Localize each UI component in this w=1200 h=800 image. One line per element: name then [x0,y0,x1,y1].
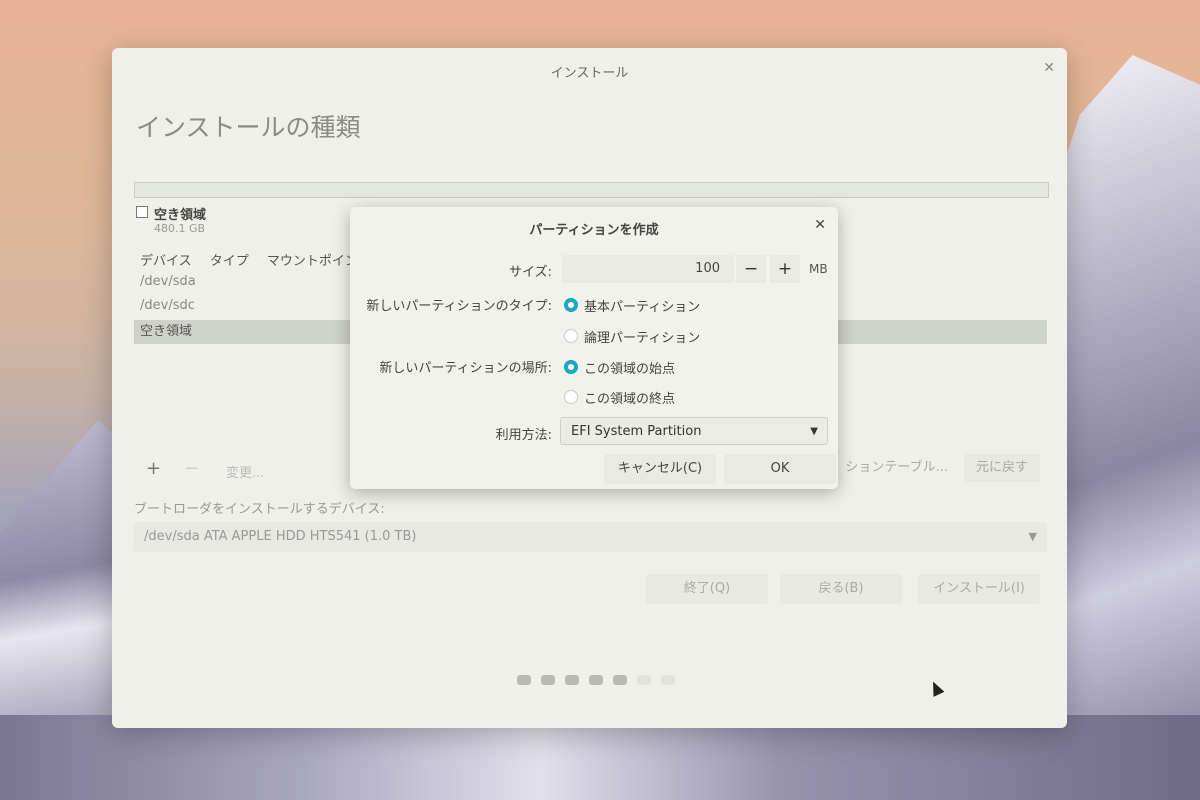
progress-dot [541,675,555,685]
create-partition-dialog: パーティションを作成 ✕ サイズ: 100 − + MB 新しいパーティションの… [350,207,838,489]
partition-type-label: 新しいパーティションのタイプ: [366,299,552,314]
size-input[interactable]: 100 [562,255,734,283]
location-start-label[interactable]: この領域の始点 [584,358,675,377]
size-decrement-button[interactable]: − [736,255,766,283]
use-as-value: EFI System Partition [571,424,702,439]
primary-partition-label[interactable]: 基本パーティション [584,296,700,315]
partition-bar [134,182,1049,198]
install-button[interactable]: インストール(I) [918,574,1040,604]
mountain-background-right [1050,55,1200,800]
progress-dot [613,675,627,685]
free-space-legend-swatch [136,206,148,218]
column-mountpoint[interactable]: マウントポイン [267,254,358,269]
radio-location-end[interactable] [564,390,578,404]
step-progress-dots [517,670,685,689]
progress-dot [565,675,579,685]
use-as-label: 利用方法: [495,428,552,443]
logical-partition-label[interactable]: 論理パーティション [584,327,700,346]
cancel-button[interactable]: キャンセル(C) [604,454,716,484]
radio-logical-partition[interactable] [564,329,578,343]
add-partition-button[interactable]: + [146,458,161,479]
bootloader-device-value: /dev/sda ATA APPLE HDD HTS541 (1.0 TB) [144,529,417,544]
window-title: インストール [550,66,629,81]
free-space-label: 空き領域 [154,208,207,223]
chevron-down-icon: ▼ [810,426,818,437]
location-end-label[interactable]: この領域の終点 [584,388,675,407]
progress-dot [661,675,675,685]
bootloader-label: ブートローダをインストールするデバイス: [134,502,385,517]
new-partition-table-button[interactable]: ションテーブル... [834,454,954,482]
bootloader-device-select[interactable]: /dev/sda ATA APPLE HDD HTS541 (1.0 TB) ▼ [134,522,1047,552]
quit-button[interactable]: 終了(Q) [646,574,768,604]
partition-location-label: 新しいパーティションの場所: [379,361,552,376]
page-title: インストールの種類 [136,113,361,142]
back-button[interactable]: 戻る(B) [780,574,902,604]
size-unit: MB [809,262,828,276]
radio-location-start[interactable] [564,360,578,374]
ok-button[interactable]: OK [724,454,836,484]
window-close-icon[interactable]: ✕ [1043,60,1055,76]
use-as-select[interactable]: EFI System Partition ▼ [560,417,828,445]
change-partition-button[interactable]: 変更... [226,462,264,481]
progress-dot [637,675,651,685]
size-increment-button[interactable]: + [770,255,800,283]
chevron-down-icon: ▼ [1028,530,1037,543]
column-type[interactable]: タイプ [210,254,249,269]
size-label: サイズ: [509,265,552,280]
dialog-title: パーティションを作成 [529,223,659,238]
partition-table-header: デバイス タイプ マウントポイン [140,250,372,269]
radio-primary-partition[interactable] [564,298,578,312]
dialog-close-icon[interactable]: ✕ [814,217,826,233]
progress-dot [589,675,603,685]
progress-dot [517,675,531,685]
free-space-size: 480.1 GB [154,222,206,235]
size-value: 100 [695,261,720,276]
remove-partition-button[interactable]: − [184,458,199,479]
revert-button[interactable]: 元に戻す [964,454,1041,482]
column-device[interactable]: デバイス [140,254,192,269]
